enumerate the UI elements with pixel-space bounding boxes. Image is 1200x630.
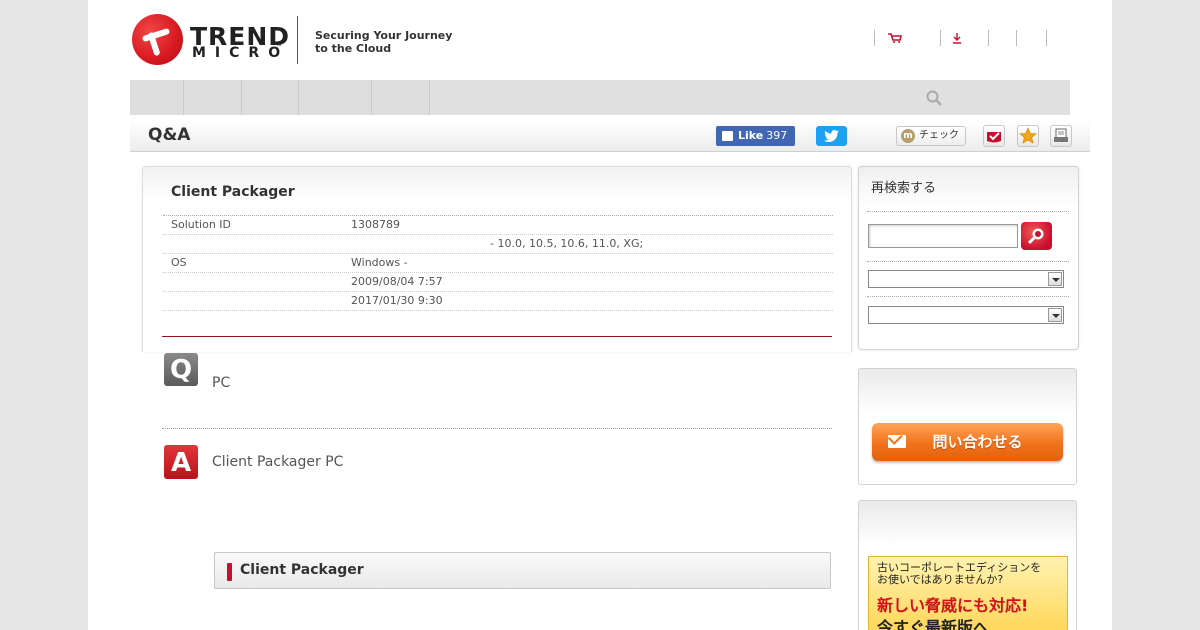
- subheading-marker: [227, 563, 232, 581]
- product-select[interactable]: [868, 306, 1064, 324]
- tagline: Securing Your Journey to the Cloud: [315, 29, 452, 55]
- download-icon[interactable]: [952, 33, 962, 44]
- research-search-button[interactable]: [1021, 222, 1052, 250]
- info-row: - 10.0, 10.5, 10.6, 11.0, XG;: [163, 235, 833, 254]
- banner-line-2: お使いではありませんか?: [877, 573, 1004, 586]
- facebook-like-label: Like: [738, 129, 764, 142]
- qa-divider: [162, 428, 832, 429]
- bookmark-check-icon: [987, 132, 1001, 143]
- section-divider: [162, 336, 832, 337]
- favorite-button[interactable]: [1017, 125, 1039, 147]
- print-button[interactable]: [1050, 125, 1072, 147]
- search-icon[interactable]: [926, 90, 942, 106]
- info-row: 2017/01/30 9:30: [163, 292, 833, 311]
- research-panel: 再検索する: [858, 166, 1079, 350]
- logo-divider: [297, 16, 298, 64]
- mail-icon: [888, 435, 906, 448]
- contact-button-label: 問い合わせる: [932, 433, 1023, 451]
- nav-search-area[interactable]: [430, 80, 1070, 115]
- nav-item-2[interactable]: [184, 80, 242, 115]
- nav-item-3[interactable]: [242, 80, 299, 115]
- logo-trademark: ™: [276, 44, 282, 51]
- twitter-button[interactable]: [816, 126, 847, 146]
- twitter-bird-icon: [824, 130, 839, 142]
- subheading-box: Client Packager: [214, 552, 831, 589]
- tagline-line-2: to the Cloud: [315, 42, 392, 55]
- info-row: Solution ID 1308789: [163, 216, 833, 235]
- title-bar: Q&A Like 397 m チェック: [130, 120, 1090, 152]
- print-icon: [1054, 128, 1068, 142]
- article-info-table: Solution ID 1308789 - 10.0, 10.5, 10.6, …: [163, 215, 833, 311]
- upgrade-banner[interactable]: 古いコーポレートエディションを お使いではありませんか? 新しい脅威にも対応! …: [868, 556, 1068, 630]
- contact-button[interactable]: 問い合わせる: [872, 423, 1063, 461]
- promo-panel: 古いコーポレートエディションを お使いではありませんか? 新しい脅威にも対応! …: [858, 500, 1077, 630]
- banner-text: 古いコーポレートエディションを お使いではありませんか?: [877, 562, 1041, 586]
- contact-panel: 問い合わせる: [858, 368, 1077, 485]
- info-value: Windows -: [351, 256, 408, 269]
- question-icon: Q: [164, 353, 198, 386]
- info-value: 1308789: [351, 218, 400, 231]
- page-title: Q&A: [148, 125, 191, 145]
- info-key: OS: [171, 256, 187, 269]
- utility-divider: [988, 30, 989, 46]
- info-value: 2009/08/04 7:57: [351, 275, 443, 288]
- utility-divider: [1046, 30, 1047, 46]
- research-input[interactable]: [868, 224, 1018, 248]
- chevron-down-icon[interactable]: [1048, 308, 1062, 322]
- panel-divider: [867, 211, 1069, 212]
- info-value: 2017/01/30 9:30: [351, 294, 443, 307]
- chevron-down-icon[interactable]: [1048, 272, 1062, 286]
- research-title: 再検索する: [871, 181, 937, 196]
- question-text: PC: [212, 375, 231, 391]
- panel-divider: [867, 261, 1069, 262]
- facebook-like-count: 397: [766, 129, 788, 142]
- mixi-check-label: チェック: [919, 130, 959, 141]
- thumbs-up-icon: [722, 131, 733, 141]
- utility-divider: [940, 30, 941, 46]
- utility-divider: [874, 30, 875, 46]
- mixi-icon: m: [901, 129, 915, 143]
- answer-icon: A: [164, 445, 198, 479]
- cart-icon[interactable]: [888, 33, 902, 43]
- mixi-check-button[interactable]: m チェック: [896, 126, 966, 146]
- info-row: OS Windows -: [163, 254, 833, 273]
- nav-item-5[interactable]: [372, 80, 430, 115]
- facebook-like-button[interactable]: Like 397: [716, 126, 795, 146]
- info-key: Solution ID: [171, 218, 232, 231]
- bookmark-button[interactable]: [983, 125, 1005, 147]
- search-icon: [1028, 228, 1044, 245]
- logo-ball-icon: [132, 14, 183, 65]
- logo-text-micro: MICRO: [192, 45, 290, 61]
- article-card: Client Packager Solution ID 1308789 - 10…: [142, 166, 852, 352]
- banner-cta: 今すぐ最新版へ: [877, 618, 990, 630]
- subheading-title: Client Packager: [240, 562, 364, 578]
- answer-text: Client Packager PC: [212, 454, 344, 470]
- article-title: Client Packager: [171, 184, 295, 200]
- info-value-extra: - 10.0, 10.5, 10.6, 11.0, XG;: [490, 237, 644, 250]
- panel-divider: [867, 296, 1069, 297]
- tagline-line-1: Securing Your Journey: [315, 29, 453, 42]
- utility-divider: [1016, 30, 1017, 46]
- banner-headline: 新しい脅威にも対応!: [877, 596, 1029, 615]
- nav-item-1[interactable]: [130, 80, 184, 115]
- nav-item-4[interactable]: [299, 80, 372, 115]
- page: TREND MICRO ™ Securing Your Journey to t…: [88, 0, 1112, 630]
- global-nav: [130, 80, 1070, 115]
- star-icon: [1019, 127, 1037, 144]
- category-select[interactable]: [868, 270, 1064, 288]
- info-row: 2009/08/04 7:57: [163, 273, 833, 292]
